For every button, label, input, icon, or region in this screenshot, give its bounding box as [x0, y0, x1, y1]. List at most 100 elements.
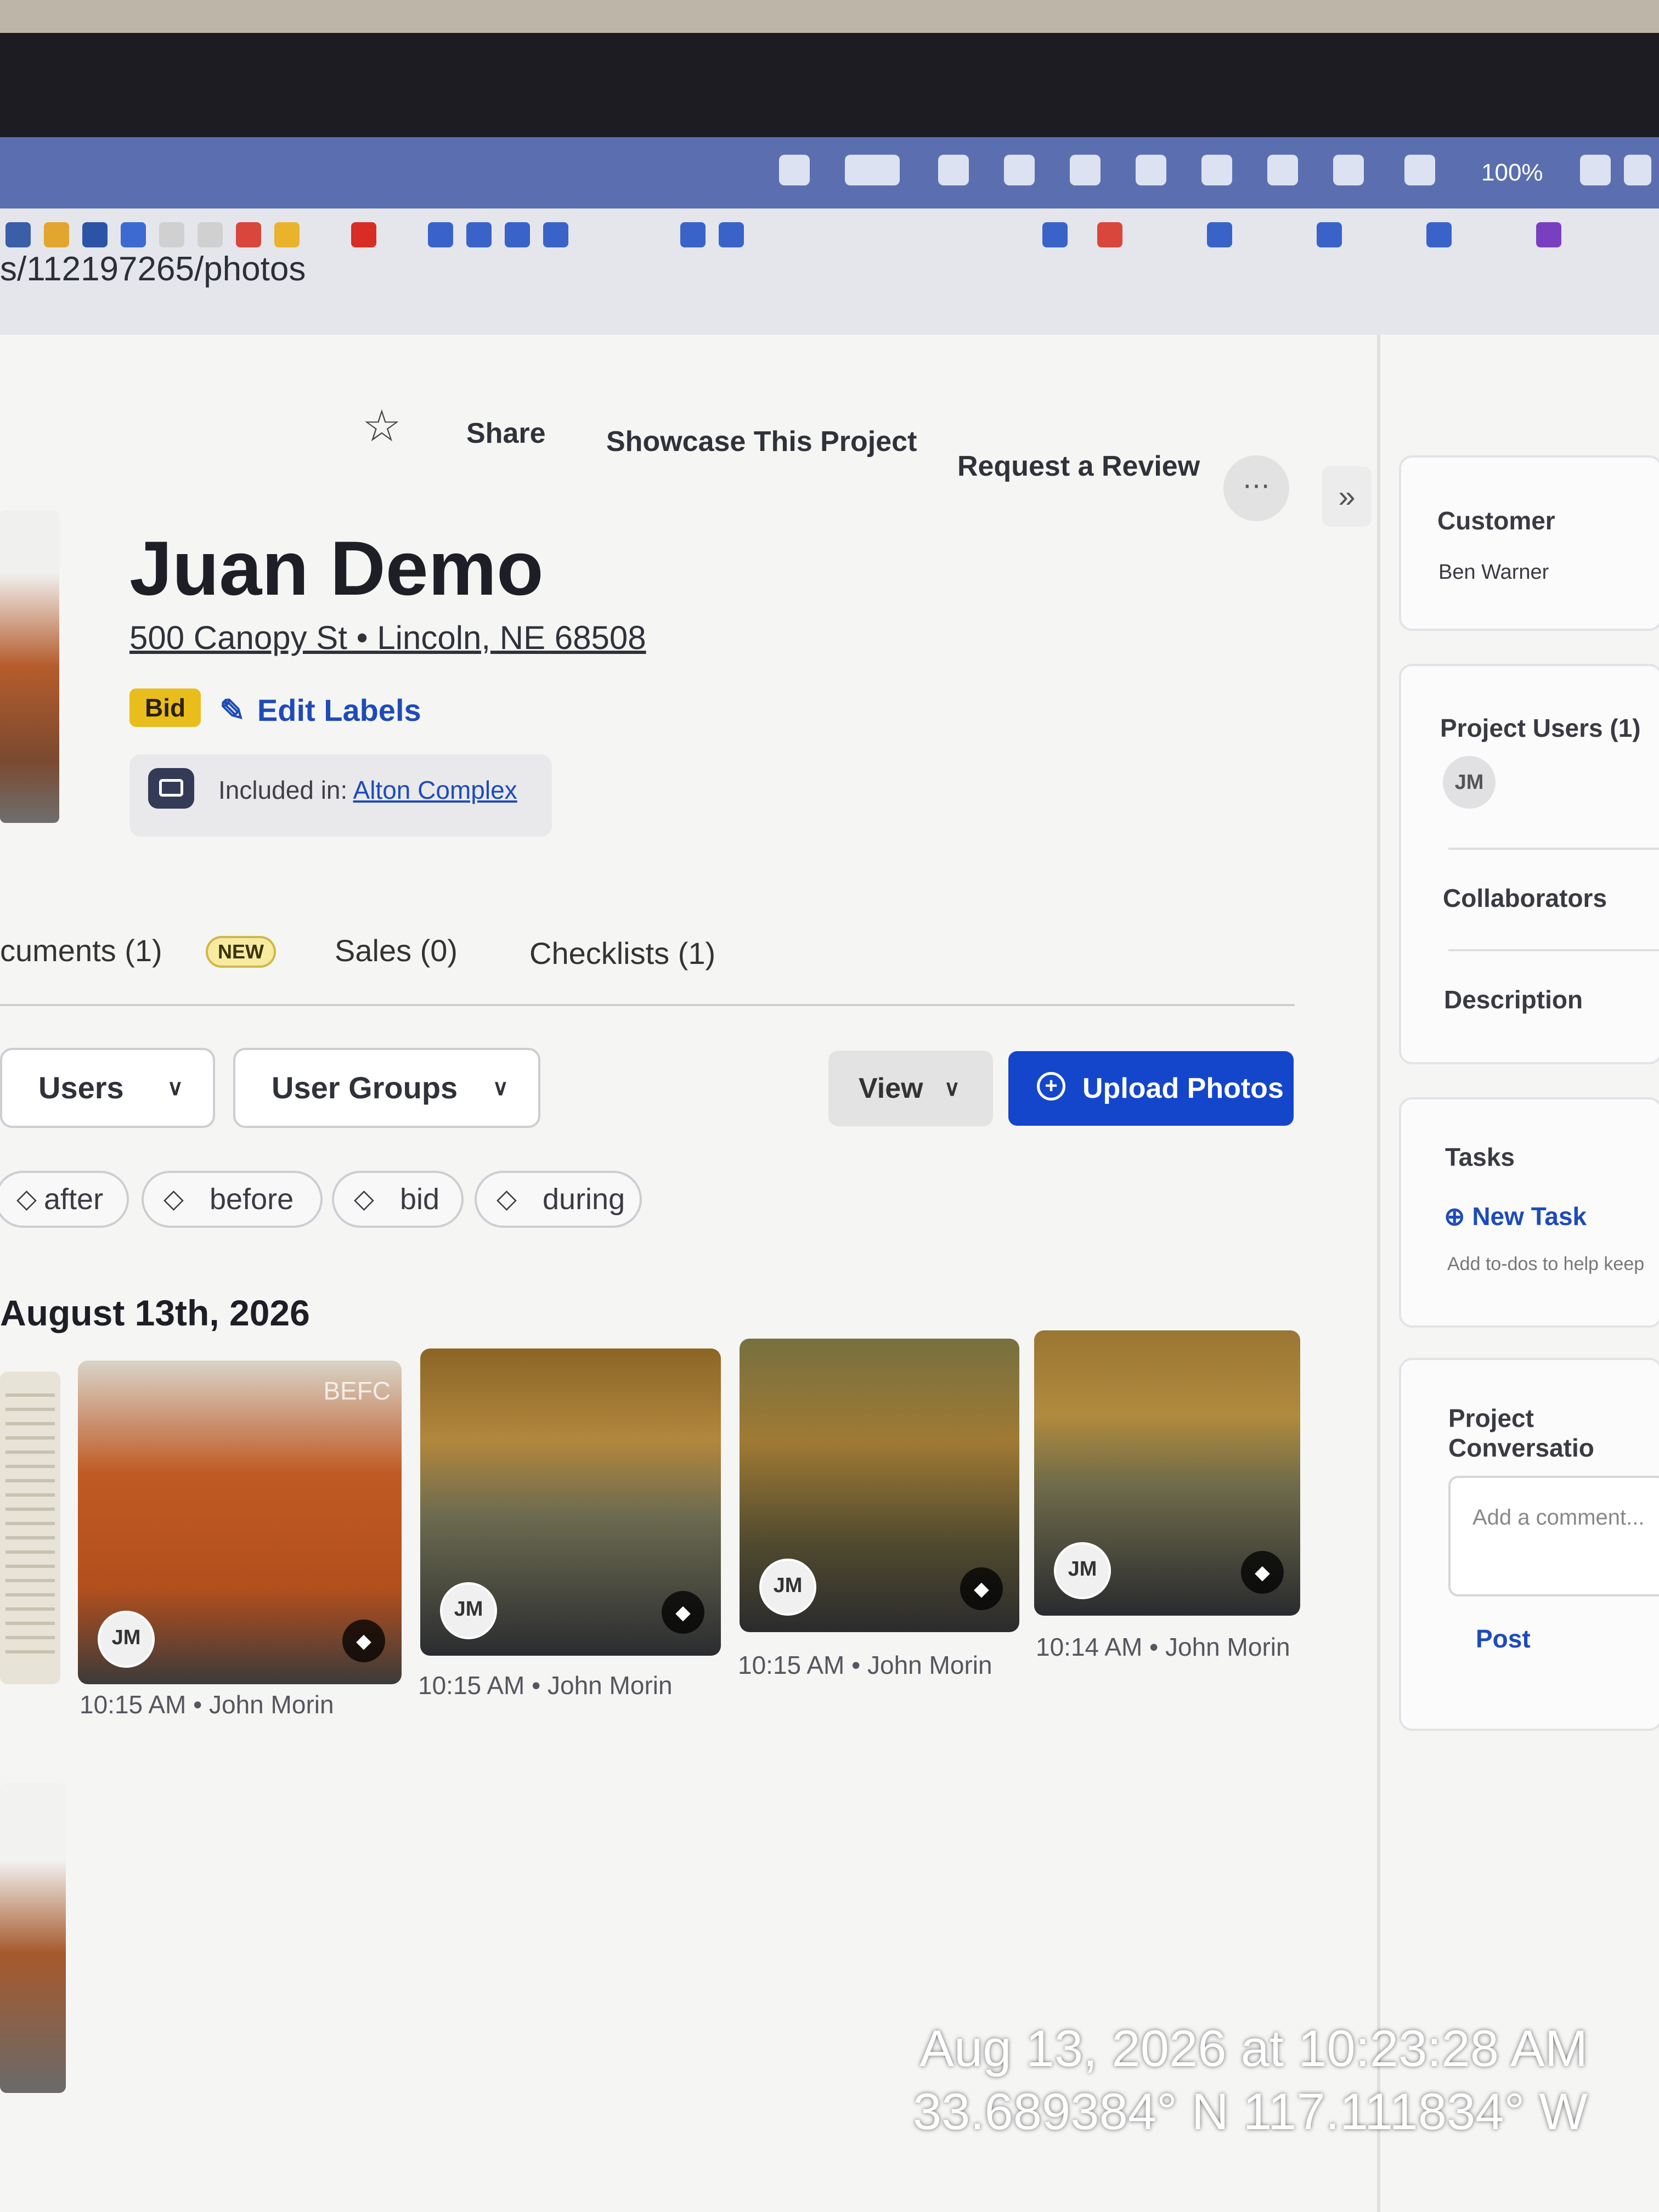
sparkle-icon[interactable] — [1333, 155, 1364, 185]
tag-icon[interactable]: ◆ — [1241, 1551, 1284, 1594]
avatar: JM — [98, 1611, 155, 1668]
tag-icon[interactable]: ◆ — [662, 1591, 704, 1634]
avatar: JM — [1054, 1542, 1111, 1599]
pencil-icon: ✎ — [219, 693, 245, 727]
photo-thumbnail[interactable]: JM ◆ — [420, 1348, 721, 1656]
new-badge: NEW — [206, 936, 276, 968]
bid-label-badge[interactable]: Bid — [129, 689, 201, 727]
tag-icon: ◇ — [163, 1184, 184, 1214]
tag-icon[interactable]: ◆ — [960, 1567, 1003, 1610]
google-icon[interactable] — [1097, 222, 1122, 247]
project-cover-photo[interactable] — [0, 510, 59, 823]
menu-extra-icon[interactable] — [1201, 155, 1232, 185]
project-users-title: Project Users (1) — [1440, 714, 1641, 742]
tag-filter-after[interactable]: ◇ after — [0, 1171, 129, 1228]
bookmark-icon[interactable] — [121, 222, 146, 247]
bookmark-icon[interactable] — [5, 222, 31, 247]
tab-sales[interactable]: Sales (0) — [335, 933, 458, 968]
bookmark-icon[interactable] — [1536, 222, 1561, 247]
more-actions-button[interactable]: ⋯ — [1223, 455, 1289, 521]
request-review-button[interactable]: Request a Review — [957, 450, 1200, 483]
tag-filter-during[interactable]: ◇ during — [475, 1171, 642, 1228]
avatar[interactable]: JM — [1443, 756, 1496, 809]
menu-extra-icon[interactable] — [1070, 155, 1101, 185]
bookmark-icon[interactable] — [1426, 222, 1452, 247]
bookmark-icon[interactable] — [159, 222, 184, 247]
bookmark-icon[interactable] — [1317, 222, 1342, 247]
post-button[interactable]: Post — [1476, 1624, 1531, 1654]
tag-label: before — [210, 1183, 294, 1216]
bookmark-icon[interactable] — [466, 222, 492, 247]
gmail-icon[interactable] — [236, 222, 261, 247]
project-address-link[interactable]: 500 Canopy St • Lincoln, NE 68508 — [129, 619, 646, 657]
edit-labels-button[interactable]: ✎ Edit Labels — [219, 692, 421, 729]
avatar: JM — [440, 1582, 497, 1639]
bookmark-icon[interactable] — [274, 222, 300, 247]
photo-thumbnail[interactable]: JM ◆ — [1034, 1330, 1300, 1616]
view-dropdown-label: View — [859, 1073, 923, 1104]
photo-timestamp-overlay: Aug 13, 2026 at 10:23:28 AM — [919, 2019, 1588, 2077]
user-groups-dropdown[interactable]: User Groups ∨ — [233, 1048, 540, 1128]
collapse-sidebar-button[interactable]: » — [1322, 466, 1372, 527]
notion-icon[interactable] — [1004, 155, 1035, 185]
new-task-button[interactable]: ⊕ New Task — [1444, 1201, 1587, 1231]
customer-name[interactable]: Ben Warner — [1438, 561, 1549, 584]
customer-title: Customer — [1437, 506, 1555, 535]
users-dropdown[interactable]: Users ∨ — [0, 1048, 215, 1128]
battery-icon[interactable] — [1580, 155, 1611, 185]
alton-complex-link[interactable]: Alton Complex — [353, 776, 517, 804]
plus-circle-icon: + — [1037, 1072, 1065, 1101]
bookmark-icon[interactable] — [719, 222, 744, 247]
share-button[interactable]: Share — [466, 417, 546, 450]
project-title: Juan Demo — [129, 525, 544, 611]
customer-card — [1399, 455, 1659, 631]
wifi-icon[interactable] — [1624, 155, 1651, 185]
photo-thumbnail[interactable] — [0, 1783, 66, 2093]
bookmark-icon[interactable] — [428, 222, 453, 247]
menu-extra-icon[interactable] — [938, 155, 969, 185]
youtube-icon[interactable] — [351, 222, 376, 247]
bookmark-icon[interactable] — [82, 222, 108, 247]
tab-checklists[interactable]: Checklists (1) — [529, 935, 715, 971]
folder-icon — [148, 768, 194, 809]
binoculars-icon[interactable] — [1267, 155, 1298, 185]
showcase-project-button[interactable]: Showcase This Project — [606, 425, 917, 458]
comment-input[interactable]: Add a comment... — [1448, 1476, 1659, 1596]
favorite-star-icon[interactable]: ☆ — [362, 400, 402, 452]
tag-label: bid — [400, 1183, 440, 1216]
zoom-menu-icon[interactable] — [779, 155, 810, 185]
bookmark-icon[interactable] — [543, 222, 568, 247]
tasks-hint: Add to-dos to help keep — [1447, 1254, 1645, 1274]
photo-stamp: BEFC — [323, 1376, 391, 1405]
tab-documents[interactable]: cuments (1) — [0, 933, 162, 968]
photo-coordinates-overlay: 33.689384° N 117.111834° W — [912, 2083, 1588, 2140]
tag-filter-before[interactable]: ◇ before — [142, 1171, 323, 1228]
tag-icon: ◇ — [496, 1184, 517, 1214]
photo-thumbnail[interactable]: BEFC JM ◆ — [78, 1361, 402, 1684]
photo-caption: 10:15 AM • John Morin — [80, 1690, 334, 1719]
document-thumbnail[interactable] — [0, 1372, 60, 1684]
bookmark-icon[interactable] — [505, 222, 530, 247]
description-title[interactable]: Description — [1444, 985, 1583, 1014]
menu-extra-icon[interactable] — [1404, 155, 1435, 185]
bookmark-icon[interactable] — [1207, 222, 1232, 247]
photo-thumbnail[interactable]: JM ◆ — [740, 1339, 1019, 1632]
screen-share-icon[interactable] — [845, 155, 900, 185]
view-dropdown[interactable]: View ∨ — [828, 1051, 993, 1126]
bookmark-icon[interactable] — [44, 222, 69, 247]
plus-circle-icon: ⊕ — [1444, 1202, 1465, 1231]
tag-filter-bid[interactable]: ◇ bid — [332, 1171, 464, 1228]
menu-extra-icon[interactable] — [1136, 155, 1166, 185]
tag-icon[interactable]: ◆ — [342, 1620, 385, 1662]
tag-label: after — [44, 1183, 104, 1216]
photo-date-heading: August 13th, 2026 — [0, 1293, 310, 1333]
bookmark-icon[interactable] — [1042, 222, 1068, 247]
url-text[interactable]: s/112197265/photos — [0, 250, 306, 289]
tag-icon: ◇ — [16, 1184, 37, 1214]
monitor-frame — [0, 33, 1659, 137]
user-groups-dropdown-label: User Groups — [272, 1070, 458, 1105]
collaborators-title[interactable]: Collaborators — [1443, 883, 1607, 913]
bookmark-icon[interactable] — [198, 222, 223, 247]
upload-photos-button[interactable]: + Upload Photos — [1008, 1051, 1294, 1126]
bookmark-icon[interactable] — [680, 222, 706, 247]
